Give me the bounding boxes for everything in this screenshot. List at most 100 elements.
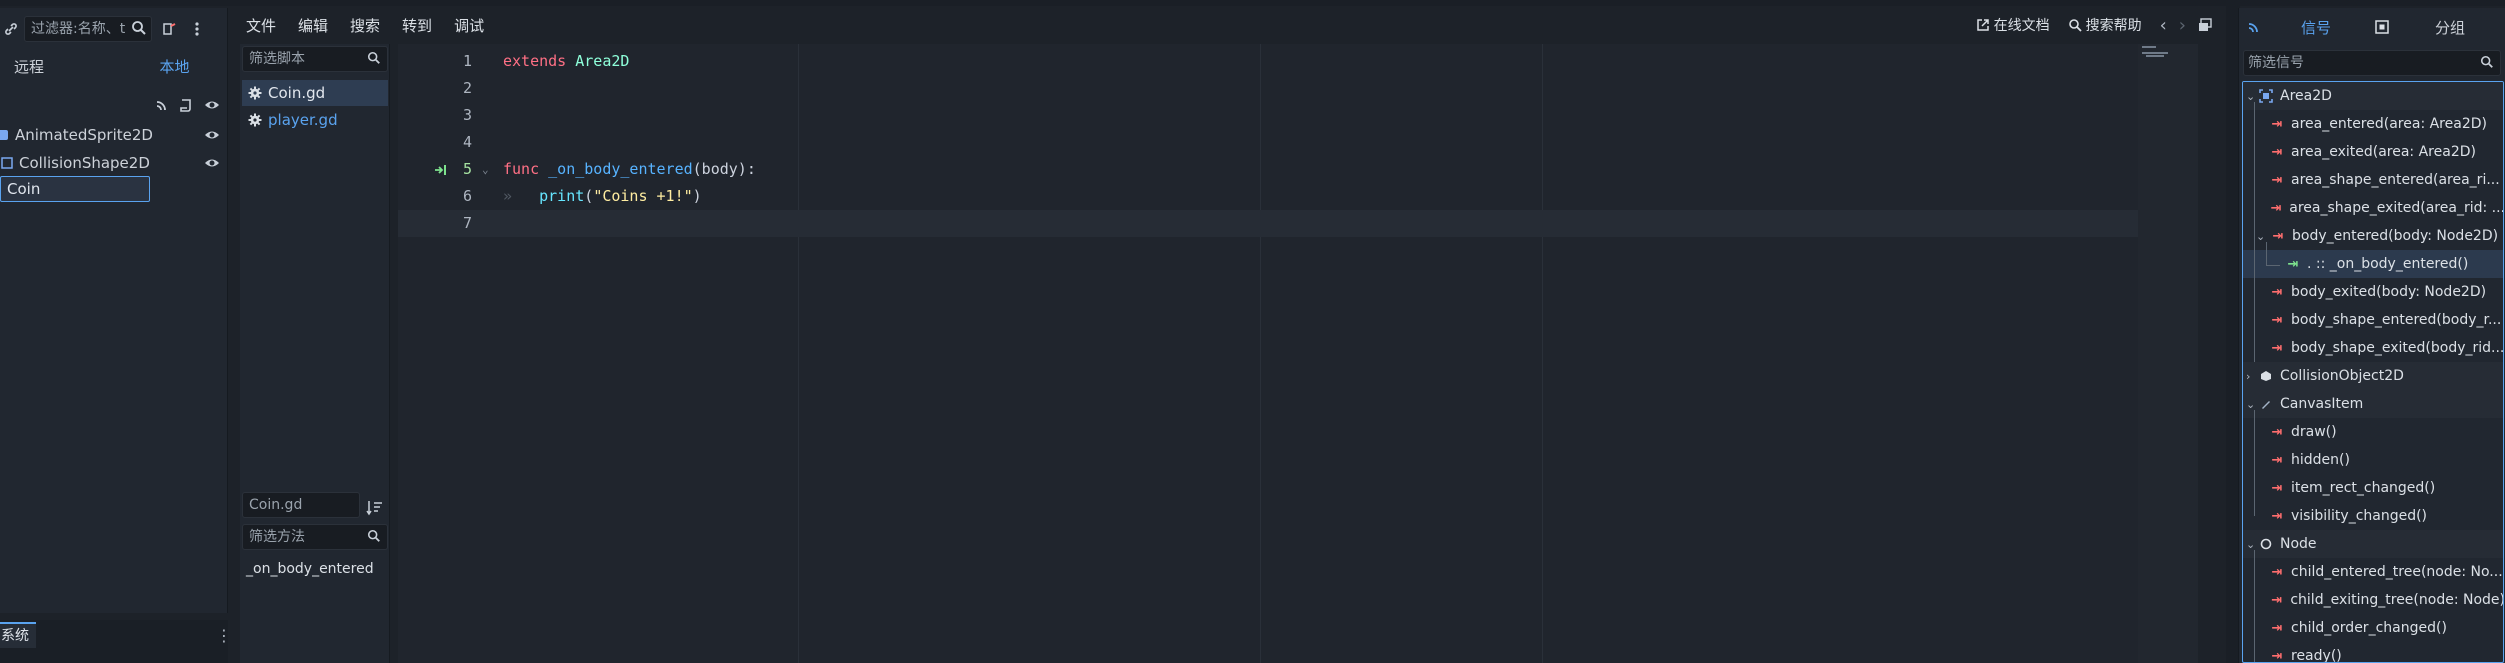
external-link-icon xyxy=(1976,19,1989,31)
sort-icon[interactable] xyxy=(365,498,385,518)
chevron-left-icon[interactable]: ‹ xyxy=(2160,15,2167,36)
code-text: func _on_body_entered(body): xyxy=(503,156,756,183)
signal-child-exiting-tree[interactable]: ⇥ child_exiting_tree(node: Node) xyxy=(2243,586,2503,614)
signal-filter-placeholder: 筛选信号 xyxy=(2248,55,2304,71)
signal-child-entered-tree[interactable]: ⇥ child_entered_tree(node: No... xyxy=(2243,558,2503,586)
signal-hidden[interactable]: ⇥ hidden() xyxy=(2243,446,2503,474)
signal-label: item_rect_changed() xyxy=(2291,480,2436,496)
godot-editor: 过滤器:名称、t 远程 本地 Coin AnimatedSprite2D Col… xyxy=(0,0,2505,663)
tab-local[interactable]: 本地 xyxy=(121,52,228,80)
code-editor[interactable]: 1 extends Area2D 2 3 4 5 ⌄ func _on_body… xyxy=(398,44,2198,663)
menu-goto[interactable]: 转到 xyxy=(402,15,432,36)
tab-groups[interactable]: 分组 xyxy=(2435,17,2465,38)
float-window-icon[interactable] xyxy=(2198,18,2212,32)
connected-signal-icon[interactable] xyxy=(434,164,450,176)
tab-signals[interactable]: 信号 xyxy=(2301,17,2331,38)
signal-icon[interactable] xyxy=(155,98,169,112)
scene-tree-row-coin[interactable]: Coin xyxy=(0,92,228,202)
signal-body-shape-exited[interactable]: ⇥ body_shape_exited(body_rid... xyxy=(2243,334,2503,362)
menu-file[interactable]: 文件 xyxy=(246,15,276,36)
line-number: 3 xyxy=(462,106,472,124)
menu-search[interactable]: 搜索 xyxy=(350,15,380,36)
code-minimap[interactable] xyxy=(2138,44,2198,663)
signal-label: area_shape_exited(area_rid: ... xyxy=(2289,200,2504,216)
code-text: » print("Coins +1!") xyxy=(503,183,702,210)
signal-icon: ⇥ xyxy=(2271,312,2283,328)
signal-label: ready() xyxy=(2291,648,2342,663)
signal-draw[interactable]: ⇥ draw() xyxy=(2243,418,2503,446)
gear-icon xyxy=(248,86,262,100)
search-icon xyxy=(132,21,146,35)
visibility-eye-icon[interactable] xyxy=(204,127,220,143)
signal-area-shape-entered[interactable]: ⇥ area_shape_entered(area_ri... xyxy=(2243,166,2503,194)
scene-filter-input[interactable]: 过滤器:名称、t xyxy=(24,16,152,42)
signal-icon: ⇥ xyxy=(2271,340,2283,356)
signal-area-shape-exited[interactable]: ⇥ area_shape_exited(area_rid: ... xyxy=(2243,194,2504,222)
script-item-player[interactable]: player.gd xyxy=(242,107,388,133)
signal-visibility-changed[interactable]: ⇥ visibility_changed() xyxy=(2243,502,2503,530)
section-node[interactable]: ⌄ Node xyxy=(2243,530,2503,558)
token-function: _on_body_entered xyxy=(548,160,693,178)
signal-body-exited[interactable]: ⇥ body_exited(body: Node2D) xyxy=(2243,278,2503,306)
line-number: 2 xyxy=(462,79,472,97)
signal-body-shape-entered[interactable]: ⇥ body_shape_entered(body_r... xyxy=(2243,306,2503,334)
signal-ready[interactable]: ⇥ ready() xyxy=(2243,642,2503,663)
signal-body-entered[interactable]: ⌄ ⇥ body_entered(body: Node2D) xyxy=(2243,222,2503,250)
node-rename-field[interactable]: Coin xyxy=(0,176,150,202)
code-line-7: 7 xyxy=(398,210,2138,237)
section-canvasitem[interactable]: ⌄ CanvasItem xyxy=(2243,390,2503,418)
online-docs-link[interactable]: 在线文档 xyxy=(1976,15,2050,35)
section-label: Area2D xyxy=(2280,88,2332,104)
token-builtin: print xyxy=(539,187,585,205)
script-item-coin[interactable]: Coin.gd xyxy=(242,80,388,106)
line-number: 6 xyxy=(462,187,472,205)
chevron-right-icon[interactable]: › xyxy=(2179,15,2186,36)
tab-remote[interactable]: 远程 xyxy=(0,52,121,80)
scene-tree-row-animatedsprite2d[interactable]: AnimatedSprite2D xyxy=(0,122,228,148)
help-search-icon xyxy=(2068,19,2082,32)
kebab-menu-icon[interactable] xyxy=(186,18,208,40)
signal-label: visibility_changed() xyxy=(2291,508,2428,524)
attach-script-icon[interactable] xyxy=(158,18,180,40)
code-text: extends Area2D xyxy=(503,48,629,75)
signal-connection[interactable]: ⇥ . :: _on_body_entered() xyxy=(2243,250,2503,278)
tab-system[interactable]: 系统 xyxy=(0,622,36,648)
current-script-field: Coin.gd xyxy=(242,492,360,518)
link-icon[interactable] xyxy=(2,20,20,38)
token-paren: ) xyxy=(692,187,702,205)
menu-debug[interactable]: 调试 xyxy=(454,15,484,36)
method-filter-input[interactable]: 筛选方法 xyxy=(242,524,388,550)
section-collisionobject2d[interactable]: › CollisionObject2D xyxy=(2243,362,2503,390)
online-docs-label: 在线文档 xyxy=(1993,18,2050,34)
signal-tree: ⌄ Area2D ⇥ area_entered(area: Area2D) ⇥ … xyxy=(2242,81,2504,663)
signal-icon: ⇥ xyxy=(2271,284,2283,300)
chevron-right-icon: › xyxy=(2246,369,2251,383)
kebab-menu-icon[interactable]: ⋮ xyxy=(216,626,232,645)
search-icon xyxy=(367,51,380,64)
method-item[interactable]: _on_body_entered xyxy=(246,561,374,577)
node-label: CollisionShape2D xyxy=(19,154,150,172)
token-keyword: func xyxy=(503,160,540,178)
visibility-eye-icon[interactable] xyxy=(204,155,220,171)
script-icon[interactable] xyxy=(178,98,192,112)
visibility-eye-icon[interactable] xyxy=(204,97,220,113)
signal-icon: ⇥ xyxy=(2271,592,2283,608)
fold-chevron-icon[interactable]: ⌄ xyxy=(482,156,489,183)
signal-item-rect-changed[interactable]: ⇥ item_rect_changed() xyxy=(2243,474,2503,502)
section-area2d[interactable]: ⌄ Area2D xyxy=(2243,82,2503,110)
tree-guide xyxy=(2266,265,2280,266)
menu-edit[interactable]: 编辑 xyxy=(298,15,328,36)
section-label: Node xyxy=(2280,536,2317,552)
signal-child-order-changed[interactable]: ⇥ child_order_changed() xyxy=(2243,614,2503,642)
signal-area-exited[interactable]: ⇥ area_exited(area: Area2D) xyxy=(2243,138,2503,166)
search-help-link[interactable]: 搜索帮助 xyxy=(2068,15,2142,35)
top-tab-strip xyxy=(0,0,2505,6)
signal-area-entered[interactable]: ⇥ area_entered(area: Area2D) xyxy=(2243,110,2503,138)
signal-filter-input[interactable]: 筛选信号 xyxy=(2243,50,2501,76)
line-number: 1 xyxy=(462,52,472,70)
scene-tree-row-collisionshape2d[interactable]: CollisionShape2D xyxy=(0,150,228,176)
signal-label: body_entered(body: Node2D) xyxy=(2292,228,2499,244)
script-filter-input[interactable]: 筛选脚本 xyxy=(242,46,388,72)
script-filter-placeholder: 筛选脚本 xyxy=(249,51,305,67)
minimap-line xyxy=(2142,52,2168,54)
